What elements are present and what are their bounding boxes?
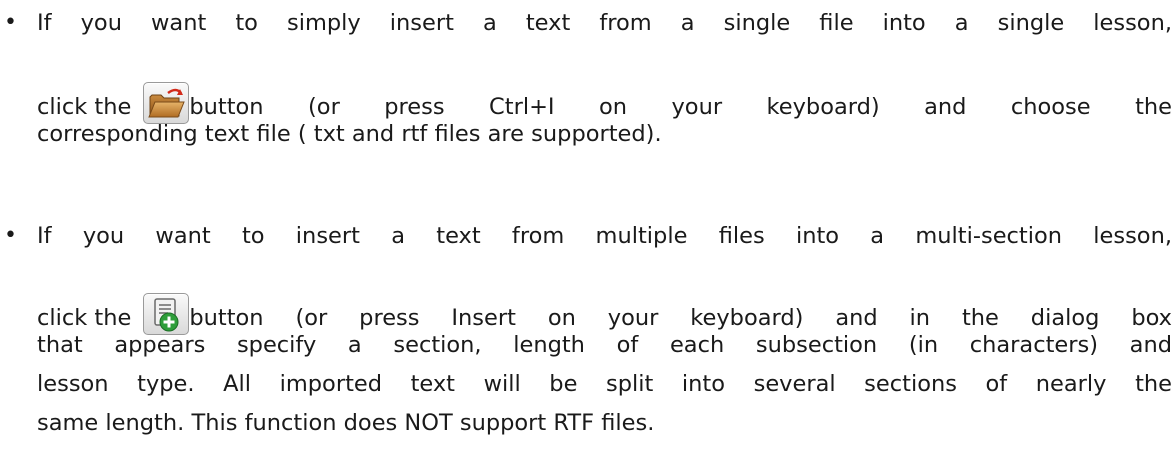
item1-line2: click the button (or press Ctrl+I on you… [37,82,1172,124]
bullet-marker: • [4,10,17,35]
item1-line1: If you want to simply insert a text from… [37,10,1172,36]
item2-click-the: click the [37,305,132,331]
item2-line2: click the button (or press Insert on you… [37,293,1172,335]
item1-button-desc: button (or press Ctrl+I on your keyboard… [189,94,1172,120]
item2-button-desc: button (or press Insert on your keyboard… [189,305,1172,331]
item1-click-the: click the [37,94,132,120]
bullet-marker: • [4,223,17,248]
item2-line4: lesson type. All imported text will be s… [37,371,1172,397]
item2-line1: If you want to insert a text from multip… [37,223,1172,249]
item2-line5: same length. This function does NOT supp… [37,410,655,436]
item2-line3: that appears specify a section, length o… [37,332,1172,358]
open-file-button[interactable] [143,82,190,124]
item1-line3: corresponding text file ( txt and rtf fi… [37,121,662,147]
insert-files-button[interactable] [143,293,190,335]
